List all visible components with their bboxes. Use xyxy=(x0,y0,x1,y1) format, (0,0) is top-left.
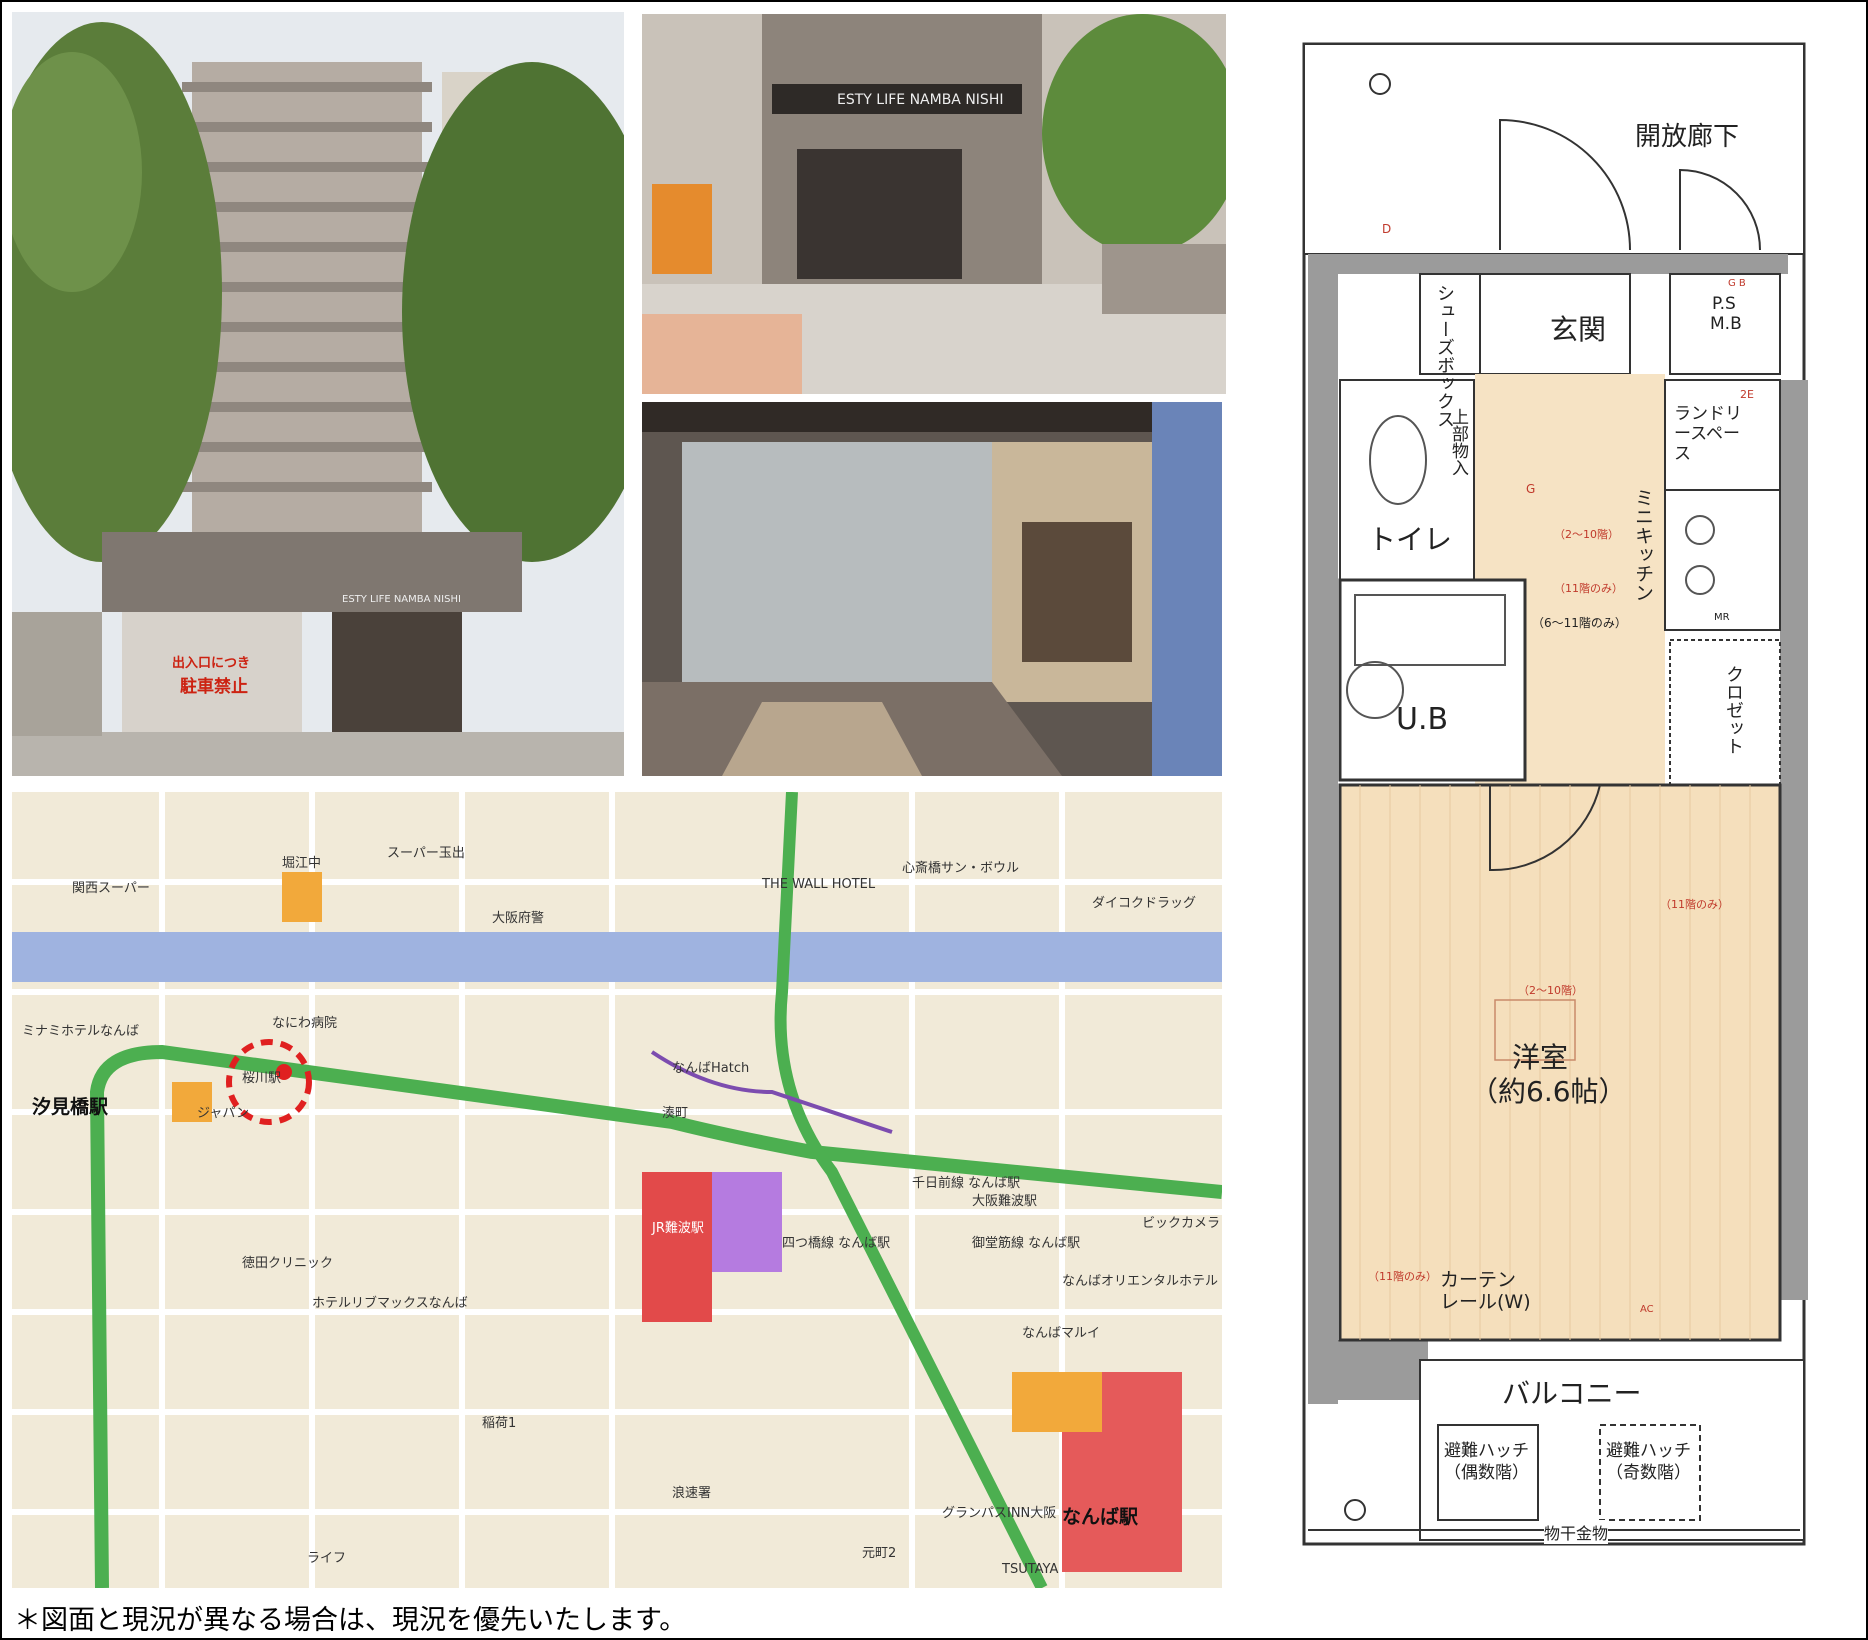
map-label-hotel-livemax: ホテルリブマックスなんば xyxy=(312,1296,468,1311)
area-map: 汐見橋駅 なんば駅 JR難波駅 四つ橋線 なんば駅 千日前線 なんば駅 御堂筋線… xyxy=(12,792,1222,1588)
station-label-midosuji: 御堂筋線 なんば駅 xyxy=(972,1236,1081,1251)
map-label-minatomachi: 湊町 xyxy=(662,1106,689,1121)
map-label-super-tamade: スーパー玉出 xyxy=(387,846,465,861)
map-label-granpas-inn: グランパスINN大阪 xyxy=(942,1506,1057,1521)
map-label-daikoku-drug: ダイコクドラッグ xyxy=(1092,896,1197,911)
entrance-sign-text: ESTY LIFE NAMBA NISHI xyxy=(837,92,1004,108)
station-label-jr-namba: JR難波駅 xyxy=(652,1221,704,1236)
mr-symbol: MR xyxy=(1714,612,1730,623)
mb-label: M.B xyxy=(1710,314,1742,334)
corridor-label: 開放廊下 xyxy=(1635,122,1740,152)
entrance-photo: ESTY LIFE NAMBA NISHI xyxy=(642,14,1226,394)
hatch-even-line2: （偶数階） xyxy=(1444,1463,1529,1483)
map-label-motomachi2: 元町2 xyxy=(862,1546,897,1561)
note-floors-2-10-b: （2～10階） xyxy=(1518,984,1583,997)
station-label-osaka-namba: 大阪難波駅 xyxy=(972,1194,1038,1209)
map-label-naniwa-police: 浪速署 xyxy=(672,1486,712,1501)
map-label-naniwa-hospital: なにわ病院 xyxy=(272,1016,338,1031)
upper-storage-label: 上部物入 xyxy=(1448,408,1468,476)
toilet-label: トイレ xyxy=(1368,523,1453,556)
map-label-shinsaibashi-bowl: 心斎橋サン・ボウル xyxy=(902,861,1020,876)
note-floors-6-11: （6～11階のみ） xyxy=(1532,616,1627,630)
map-label-inari1: 稲荷1 xyxy=(482,1416,517,1431)
hatch-odd-line2: （奇数階） xyxy=(1606,1463,1691,1483)
ac-symbol: AC xyxy=(1640,1304,1654,1315)
map-label-tsutaya: TSUTAYA xyxy=(1002,1562,1059,1577)
map-label-namba-marui: なんばマルイ xyxy=(1022,1326,1101,1341)
entrance-label: 玄関 xyxy=(1550,313,1607,346)
shoe-box-label: シューズボックス xyxy=(1434,284,1455,428)
map-label-bic-camera: ビックカメラ xyxy=(1142,1216,1221,1231)
lobby-photo xyxy=(642,402,1222,776)
building-sign-text: ESTY LIFE NAMBA NISHI xyxy=(342,594,461,605)
note-floors-11-c: （11階のみ） xyxy=(1368,1270,1437,1283)
map-label-kansai-super: 関西スーパー xyxy=(72,881,150,896)
station-label-sennichimae: 千日前線 なんば駅 xyxy=(912,1176,1021,1191)
shutter-sign-line1: 出入口につき xyxy=(172,656,251,671)
map-label-oriental-hotel: なんばオリエンタルホテル xyxy=(1062,1274,1219,1289)
map-label-japan: ジャパン xyxy=(197,1106,250,1121)
laundry-rod-label: 物干金物 xyxy=(1544,1520,1609,1544)
map-label-wall-hotel: THE WALL HOTEL xyxy=(762,877,876,892)
note-floors-11-a: （11階のみ） xyxy=(1554,582,1623,595)
station-label-shiomibashi: 汐見橋駅 xyxy=(32,1096,109,1118)
unit-bath-label: U.B xyxy=(1396,702,1449,737)
curtain-rail-line2: レール(W) xyxy=(1440,1291,1531,1313)
balcony-label: バルコニー xyxy=(1502,1377,1642,1410)
map-label-police-hq: 大阪府警 xyxy=(492,911,545,926)
note-floors-11-b: （11階のみ） xyxy=(1660,898,1729,911)
gb-symbol: G B xyxy=(1728,278,1746,289)
map-label-namba-hatch: なんばHatch xyxy=(672,1061,750,1076)
building-exterior-photo: ESTY LIFE NAMBA NISHI 出入口につき 駐車禁止 xyxy=(12,12,624,776)
map-label-life: ライフ xyxy=(307,1551,347,1566)
note-floors-2-10-a: （2～10階） xyxy=(1554,528,1619,541)
map-label-tokuda-clinic: 徳田クリニック xyxy=(242,1256,334,1271)
ps-label: P.S xyxy=(1712,294,1736,314)
kitchen-label: ミニキッチン xyxy=(1632,488,1654,602)
floor-plan: 開放廊下 シューズボックス 玄関 P.S M.B ランドリースペース 上部物入 … xyxy=(1300,40,1810,1550)
gas-symbol: G xyxy=(1526,482,1536,496)
map-label-minami-hotel: ミナミホテルなんば xyxy=(22,1024,140,1039)
station-label-yotsubashi: 四つ橋線 なんば駅 xyxy=(782,1236,891,1251)
room-size-label: （約6.6帖） xyxy=(1470,1075,1627,1108)
closet-label: クロゼット xyxy=(1723,665,1744,755)
2e-symbol: 2E xyxy=(1740,388,1754,401)
map-label-horie-jhs: 堀江中 xyxy=(282,856,322,871)
laundry-label: ランドリースペース xyxy=(1674,404,1742,464)
shutter-sign-line2: 駐車禁止 xyxy=(180,677,248,697)
footnote: ＊図面と現況が異なる場合は、現況を優先いたします。 xyxy=(14,1605,687,1636)
station-label-sakuragawa: 桜川駅 xyxy=(242,1071,282,1086)
station-label-namba: なんば駅 xyxy=(1062,1506,1139,1528)
door-symbol: D xyxy=(1382,222,1392,236)
